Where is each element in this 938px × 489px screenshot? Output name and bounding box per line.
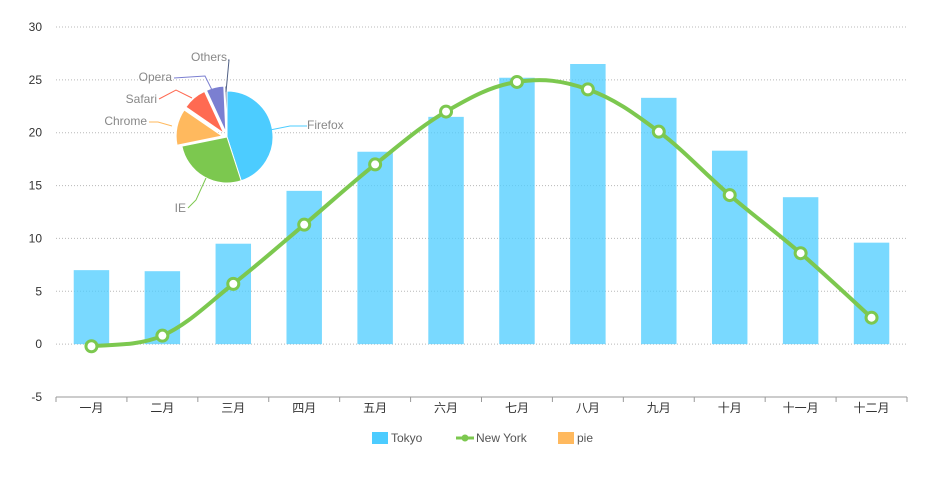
pie-label: Firefox <box>307 118 344 132</box>
y-tick-label: 5 <box>35 284 42 298</box>
x-tick-label: 一月 <box>79 401 103 415</box>
y-tick-label: 30 <box>29 20 43 34</box>
pie-leader-line <box>149 121 173 127</box>
point-new-york[interactable] <box>651 124 666 139</box>
y-tick-label: 15 <box>29 179 43 193</box>
point-new-york[interactable] <box>722 188 737 203</box>
point-new-york[interactable] <box>297 217 312 232</box>
legend-label[interactable]: Tokyo <box>391 431 423 445</box>
legend-label[interactable]: pie <box>577 431 593 445</box>
y-tick-label: 25 <box>29 73 43 87</box>
point-new-york[interactable] <box>226 276 241 291</box>
chart: -5 0 5 10 15 20 25 30 一月 二月 三月 四月 五月 六月 七月 八月 九月 十月 十一月 十二月… <box>0 0 938 484</box>
bar-tokyo[interactable] <box>357 151 393 345</box>
legend-label[interactable]: New York <box>476 431 528 445</box>
pie-label: Opera <box>139 70 173 84</box>
x-tick-label: 十月 <box>718 401 742 415</box>
legend-swatch[interactable] <box>558 432 574 444</box>
x-tick-label: 二月 <box>150 401 174 415</box>
bar-tokyo[interactable] <box>499 77 535 345</box>
bar-tokyo[interactable] <box>853 242 890 345</box>
x-tick-label: 七月 <box>505 401 529 415</box>
x-tick-label: 三月 <box>221 401 245 415</box>
bar-tokyo[interactable] <box>711 150 748 345</box>
bar-tokyo[interactable] <box>73 270 110 345</box>
x-tick-label: 十二月 <box>854 401 890 415</box>
legend-swatch[interactable] <box>372 432 388 444</box>
y-tick-label: 10 <box>29 231 43 245</box>
pie-leader-line <box>269 125 307 131</box>
point-new-york[interactable] <box>84 339 99 354</box>
y-tick-label: 20 <box>29 126 43 140</box>
x-tick-label: 六月 <box>434 401 458 415</box>
legend-swatch-marker[interactable] <box>461 434 469 442</box>
pie-label: IE <box>175 201 186 215</box>
x-tick-label: 五月 <box>363 401 387 415</box>
pie-label: Safari <box>126 92 157 106</box>
point-new-york[interactable] <box>864 310 879 325</box>
x-tick-label: 八月 <box>576 401 600 415</box>
x-tick-label: 四月 <box>292 401 316 415</box>
pie-label: Chrome <box>104 114 147 128</box>
point-new-york[interactable] <box>509 74 524 89</box>
pie-leader-line <box>158 89 193 100</box>
bar-tokyo[interactable] <box>570 64 606 345</box>
y-tick-label: -5 <box>31 390 42 404</box>
x-tick-label: 十一月 <box>783 401 819 415</box>
point-new-york[interactable] <box>155 328 170 343</box>
pie-label: Others <box>191 50 227 64</box>
y-tick-label: 0 <box>35 337 42 351</box>
bar-tokyo[interactable] <box>782 197 819 345</box>
x-tick-label: 九月 <box>647 401 671 415</box>
point-new-york[interactable] <box>368 157 383 172</box>
point-new-york[interactable] <box>793 246 808 261</box>
point-new-york[interactable] <box>439 104 454 119</box>
bar-tokyo[interactable] <box>428 116 464 345</box>
pie-leader-line <box>187 177 207 209</box>
point-new-york[interactable] <box>580 82 595 97</box>
chart-svg: -5 0 5 10 15 20 25 30 一月 二月 三月 四月 五月 六月 七月 八月 九月 十月 十一月 十二月… <box>29 20 908 445</box>
pie-leader-line <box>225 59 230 93</box>
